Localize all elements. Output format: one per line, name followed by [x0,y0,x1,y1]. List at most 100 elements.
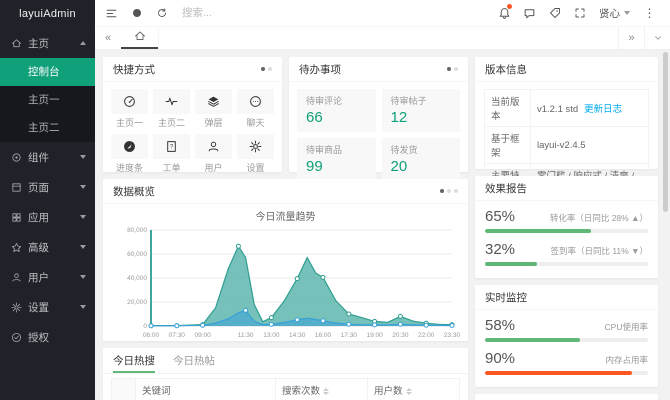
dashboard-icon [111,89,148,114]
fullscreen-icon[interactable] [567,0,592,27]
collapse-sidebar-icon[interactable] [99,0,124,27]
carousel-dot[interactable] [447,189,451,193]
home-icon [134,29,146,47]
search-input[interactable] [182,7,297,19]
progress-bar [485,262,648,266]
todo-label: 待审帖子 [391,94,452,107]
shortcut-label: 设置 [237,161,274,174]
sidebar-item-高级[interactable]: 高级 [0,232,95,262]
shortcut-label: 主页二 [153,116,190,129]
tag-icon[interactable] [542,0,567,27]
theme-icon[interactable] [124,0,149,27]
svg-text:60,000: 60,000 [127,251,147,258]
card-title: 快捷方式 [113,62,155,77]
tab-今日热帖[interactable]: 今日热帖 [173,348,215,373]
todo-item-待发货: 待发货20 [382,138,461,181]
sidebar-item-应用[interactable]: 应用 [0,202,95,232]
carousel-dot[interactable] [268,67,272,71]
user-menu[interactable]: 贤心 [592,6,637,21]
shortcut-label: 工单 [153,161,190,174]
notifications-icon[interactable] [492,0,517,27]
svg-text:11:30: 11:30 [238,332,254,339]
sidebar-item-页面[interactable]: 页面 [0,172,95,202]
carousel-dot[interactable] [447,67,451,71]
shortcut-弹层[interactable]: 弹层 [195,89,232,129]
carousel-dot[interactable] [440,189,444,193]
more-icon[interactable]: ⋮ [637,0,662,27]
refresh-icon[interactable] [149,0,174,27]
content: 快捷方式 主页一主页二弹层聊天进度条?工单用户设置 待办事项 待审评论66待审帖… [95,50,670,400]
version-value-text: layui-v2.4.5 [537,140,586,151]
messages-icon[interactable] [517,0,542,27]
shortcut-进度条[interactable]: 进度条 [111,134,148,174]
card-title: 数据概览 [113,184,155,199]
carousel-dots [261,67,272,71]
sidebar-item-label: 组件 [28,150,80,165]
chevron-down-icon [80,245,86,249]
sidebar-item-设置[interactable]: 设置 [0,292,95,322]
sidebar-item-label: 主页 [28,36,80,51]
scrollbar-thumb[interactable] [663,52,668,212]
pulse-icon [153,89,190,114]
version-row: 基于框架layui-v2.4.5 [485,127,649,164]
sidebar-menu: 主页控制台主页一主页二组件页面应用高级用户设置授权 [0,28,95,352]
svg-text:22:00: 22:00 [418,332,435,339]
todo-count: 12 [391,109,452,126]
todo-label: 待审评论 [306,94,367,107]
sidebar-subitem-主页一[interactable]: 主页一 [0,86,95,114]
card-title: 实时监控 [485,290,527,305]
user-icon [9,272,23,283]
sidebar-subitem-主页二[interactable]: 主页二 [0,114,95,142]
sidebar-item-label: 设置 [28,300,80,315]
progress-icon [111,134,148,159]
data-overview-card: 数据概览 今日流量趋势 020,00040,00060,00080,00006:… [103,179,468,341]
sidebar-item-授权[interactable]: 授权 [0,322,95,352]
shortcut-聊天[interactable]: 聊天 [237,89,274,129]
app-logo: layuiAdmin [0,0,95,28]
tab-scroll-right[interactable]: » [618,27,644,49]
sort-icon[interactable] [406,388,412,395]
svg-text:20:30: 20:30 [392,332,409,339]
carousel-dot[interactable] [261,67,265,71]
tab-more-dropdown[interactable] [644,27,670,49]
shortcut-工单[interactable]: ?工单 [153,134,190,174]
svg-text:20,000: 20,000 [127,299,147,306]
carousel-dot[interactable] [454,67,458,71]
svg-text:19:00: 19:00 [366,332,383,339]
tab-label: 今日热搜 [113,353,155,368]
svg-text:80,000: 80,000 [127,227,147,234]
auth-icon [9,332,23,343]
version-row-value: layui-v2.4.5 [530,127,648,164]
shortcut-主页二[interactable]: 主页二 [153,89,190,129]
metric-label: 签到率（日同比 11% ▼） [550,245,648,257]
effect-report-card: 效果报告 65%转化率（日同比 28% ▲）32%签到率（日同比 11% ▼） [475,176,658,278]
tab-home[interactable] [121,27,159,49]
tab-scroll-left[interactable]: « [95,27,121,49]
metric: 65%转化率（日同比 28% ▲） [485,208,648,233]
sidebar-item-组件[interactable]: 组件 [0,142,95,172]
shortcut-用户[interactable]: 用户 [195,134,232,174]
sidebar-subitem-控制台[interactable]: 控制台 [0,58,95,86]
sidebar-item-主页[interactable]: 主页 [0,28,95,58]
tab-label: 今日热帖 [173,353,215,368]
todo-count: 20 [391,158,452,175]
sort-icon[interactable] [323,388,329,395]
sort-desc-icon [406,392,412,395]
settings-icon [9,302,23,313]
metric-percent: 65% [485,208,515,225]
hot-search-card: 今日热搜今日热帖 关键词搜索次数用户数 1贤心是男是女85202216 [103,348,468,400]
shortcut-设置[interactable]: 设置 [237,134,274,174]
tab-今日热搜[interactable]: 今日热搜 [113,348,155,373]
carousel-dot[interactable] [454,189,458,193]
sidebar-item-label: 页面 [28,180,80,195]
sidebar-submenu: 控制台主页一主页二 [0,58,95,142]
progress-bar [485,371,648,375]
shortcut-主页一[interactable]: 主页一 [111,89,148,129]
progress-fill [485,338,580,342]
progress-fill [485,371,632,375]
metric: 58%CPU使用率 [485,317,648,342]
changelog-link[interactable]: 更新日志 [584,104,622,115]
sidebar-item-用户[interactable]: 用户 [0,262,95,292]
progress-bar [485,338,648,342]
scrollbar[interactable] [663,52,668,398]
